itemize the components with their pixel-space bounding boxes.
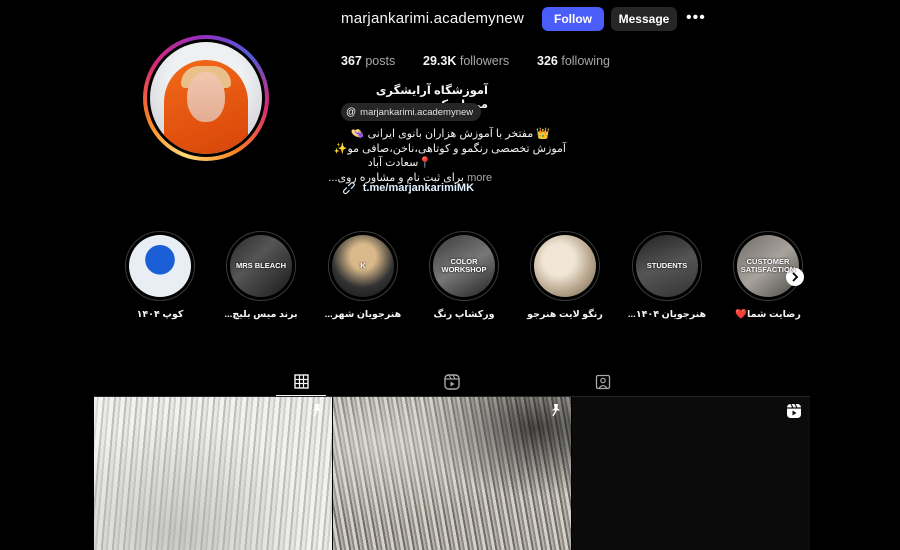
highlight-ring [530, 231, 600, 301]
bio-line-1: 👑 مفتخر با آموزش هزاران بانوی ایرانی 👒 [350, 128, 550, 140]
threads-handle: marjankarimi.academynew [360, 106, 474, 118]
grid-icon [293, 374, 309, 389]
reels-icon [444, 374, 460, 390]
pin-icon [313, 404, 321, 417]
highlight-cover-text: STUDENTS [646, 261, 688, 270]
highlight-label: هنرجویان ۱۴۰۴... [627, 309, 707, 320]
profile-avatar[interactable] [143, 35, 269, 161]
tagged-icon [595, 374, 611, 390]
highlight-4[interactable]: COLOR WORKSHOP ورکشاپ رنگ [429, 231, 499, 320]
highlight-cover-text: MRS BLEACH [236, 261, 286, 270]
highlight-ring: MRS BLEACH [226, 231, 296, 301]
threads-badge[interactable]: @ marjankarimi.academynew [341, 103, 482, 121]
followers-count-label: followers [459, 54, 510, 68]
highlight-label: ورکشاپ رنگ [433, 309, 495, 320]
highlight-ring: K [328, 231, 398, 301]
link-icon: ⊂⊃ [339, 178, 360, 198]
highlight-cover [129, 235, 191, 297]
threads-icon: @ [346, 106, 357, 118]
highlight-cover-text: COLOR WORKSHOP [441, 257, 487, 274]
following-count[interactable]: 326 following [537, 54, 610, 68]
highlight-2[interactable]: MRS BLEACH برند میس بلیچ... [224, 231, 298, 320]
highlight-label: هنرجویان شهر... [324, 309, 402, 320]
more-options-icon[interactable]: ••• [686, 9, 706, 27]
avatar-gap [147, 39, 265, 157]
highlight-5[interactable]: رنگو لایت هنرجو [527, 231, 603, 320]
reel-icon [787, 403, 801, 418]
highlight-ring: COLOR WORKSHOP [429, 231, 499, 301]
highlight-label: رضایت شما❤️ [735, 309, 801, 320]
tab-tagged[interactable] [578, 368, 628, 396]
post-thumbnail[interactable] [572, 397, 810, 550]
highlight-cover: COLOR WORKSHOP [433, 235, 495, 297]
profile-link[interactable]: ⊂⊃ t.me/marjankarimiMK [340, 178, 474, 198]
posts-count-label: posts [365, 54, 396, 68]
highlight-cover-text: K [360, 261, 366, 270]
highlight-ring: CUSTOMER SATISFACTION [733, 231, 803, 301]
following-count-value: 326 [537, 54, 558, 68]
tab-posts[interactable] [276, 368, 326, 396]
avatar-image [150, 42, 262, 154]
followers-count-value: 29.3K [423, 54, 457, 68]
highlight-cover-text: CUSTOMER SATISFACTION [740, 257, 796, 274]
profile-username: marjankarimi.academynew [341, 10, 524, 27]
bio-line-2: آموزش تخصصی رنگمو و کوتاهی،ناخن،صافی مو✨ [333, 142, 566, 155]
profile-link-text[interactable]: t.me/marjankarimiMK [363, 182, 474, 194]
following-count-label: following [561, 54, 610, 68]
highlight-cover: MRS BLEACH [230, 235, 292, 297]
post-thumbnail[interactable] [333, 397, 571, 550]
highlight-7[interactable]: CUSTOMER SATISFACTION رضایت شما❤️ [733, 231, 803, 320]
highlight-ring: STUDENTS [632, 231, 702, 301]
highlight-label: رنگو لایت هنرجو [527, 309, 603, 320]
highlight-ring [125, 231, 195, 301]
pin-icon [552, 404, 560, 417]
avatar-face [187, 72, 225, 122]
highlight-1[interactable]: کوپ ۱۴۰۴ [125, 231, 195, 320]
highlight-label: کوپ ۱۴۰۴ [136, 309, 184, 320]
highlight-cover: K [332, 235, 394, 297]
tab-reels[interactable] [427, 368, 477, 396]
profile-bio: 👑 مفتخر با آموزش هزاران بانوی ایرانی 👒 آ… [328, 127, 570, 185]
highlight-6[interactable]: STUDENTS هنرجویان ۱۴۰۴... [628, 231, 706, 320]
highlight-cover: CUSTOMER SATISFACTION [737, 235, 799, 297]
posts-count: 367 posts [341, 54, 395, 68]
bio-line-3: 📍سعادت آباد [367, 157, 432, 169]
follow-button[interactable]: Follow [542, 7, 604, 31]
highlight-cover [534, 235, 596, 297]
highlight-cover: STUDENTS [636, 235, 698, 297]
post-thumbnail[interactable] [94, 397, 332, 550]
message-button[interactable]: Message [611, 7, 677, 31]
followers-count[interactable]: 29.3K followers [423, 54, 509, 68]
highlight-label: برند میس بلیچ... [224, 309, 298, 320]
highlight-3[interactable]: K هنرجویان شهر... [325, 231, 401, 320]
posts-count-value: 367 [341, 54, 362, 68]
